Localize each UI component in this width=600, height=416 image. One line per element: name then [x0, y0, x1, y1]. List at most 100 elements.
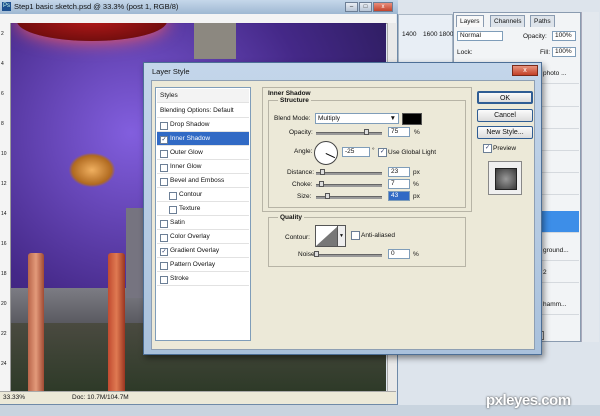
blend-mode-select[interactable]: Multiply ▼: [315, 113, 399, 124]
style-item[interactable]: Stroke: [157, 272, 249, 286]
size-input[interactable]: 43: [388, 191, 410, 201]
global-light-checkbox[interactable]: ✓: [378, 148, 387, 157]
zoom-level[interactable]: 33.33%: [3, 394, 25, 401]
red-moon-graphic: [17, 23, 167, 41]
navigator-thumbnail[interactable]: 1400 1600 1800: [398, 14, 453, 66]
maximize-icon[interactable]: □: [359, 2, 372, 12]
ruler-label: 20: [1, 301, 7, 307]
choke-slider-thumb[interactable]: [318, 181, 324, 187]
global-light-label: Use Global Light: [388, 149, 437, 156]
style-item-checkbox[interactable]: [160, 234, 168, 242]
noise-input[interactable]: 0: [388, 249, 410, 259]
style-item-label: Color Overlay: [170, 233, 210, 240]
style-item-checkbox[interactable]: [169, 206, 177, 214]
style-item[interactable]: Pattern Overlay: [157, 258, 249, 272]
ruler-label: 18: [1, 271, 7, 277]
style-preview-swatch: [495, 168, 517, 190]
quality-group: [268, 217, 466, 267]
style-item[interactable]: Bevel and Emboss: [157, 174, 249, 188]
style-item[interactable]: Texture: [157, 202, 249, 216]
style-item-checkbox[interactable]: [160, 150, 168, 158]
close-icon[interactable]: x: [373, 2, 393, 12]
tab-channels[interactable]: Channels: [490, 15, 526, 27]
ruler-label: 16: [1, 241, 7, 247]
ruler-label: 8: [1, 121, 4, 127]
layer-opacity-input[interactable]: 100%: [552, 31, 576, 41]
photoshop-app-icon: Ps: [2, 2, 11, 11]
ruler-label: 2: [1, 31, 4, 37]
watermark-logo: pxleyes.com: [486, 392, 571, 409]
style-item[interactable]: ✓ Gradient Overlay: [157, 244, 249, 258]
styles-list: Styles Blending Options: Default Drop Sha…: [155, 87, 251, 341]
style-item-checkbox[interactable]: [160, 178, 168, 186]
tab-layers[interactable]: Layers: [456, 15, 484, 27]
anti-aliased-label: Anti-aliased: [361, 232, 395, 239]
style-item-label: Contour: [179, 191, 203, 198]
style-item-checkbox[interactable]: ✓: [160, 248, 168, 256]
contour-dropdown-arrow-icon[interactable]: ▼: [337, 225, 346, 247]
shadow-color-swatch[interactable]: [402, 113, 422, 125]
angle-dial[interactable]: [314, 141, 338, 165]
anti-aliased-checkbox[interactable]: [351, 231, 360, 240]
opacity-slider[interactable]: [316, 132, 382, 135]
preview-checkbox[interactable]: ✓: [483, 144, 492, 153]
style-item-label: Pattern Overlay: [170, 261, 216, 268]
style-item-checkbox[interactable]: [160, 220, 168, 228]
style-item-checkbox[interactable]: [160, 164, 168, 172]
blend-mode-value: Multiply: [318, 115, 341, 122]
distance-input[interactable]: 23: [388, 167, 410, 177]
dialog-title: Layer Style: [152, 67, 190, 76]
distance-slider-thumb[interactable]: [320, 169, 326, 175]
fill-label: Fill:: [540, 49, 551, 56]
angle-input[interactable]: -25: [342, 147, 370, 157]
ruler-vertical: 2 4 6 8 10 12 14 16 18 20 22 24: [0, 23, 11, 391]
blend-mode-label: Blend Mode:: [274, 115, 311, 122]
choke-input[interactable]: 7: [388, 179, 410, 189]
tab-paths[interactable]: Paths: [530, 15, 555, 27]
opacity-label: Opacity:: [523, 33, 547, 40]
style-item-checkbox[interactable]: ✓: [160, 136, 168, 144]
preview-label: Preview: [493, 145, 517, 152]
choke-slider[interactable]: [316, 184, 382, 187]
style-item[interactable]: Color Overlay: [157, 230, 249, 244]
ruler-label: 1800: [439, 31, 454, 38]
new-style-button[interactable]: New Style...: [477, 126, 533, 139]
style-item-checkbox[interactable]: [160, 262, 168, 270]
opacity-slider-thumb[interactable]: [363, 129, 369, 135]
section-title: Inner Shadow: [268, 90, 311, 97]
ruler-label: 22: [1, 331, 7, 337]
distance-slider[interactable]: [316, 172, 382, 175]
style-item[interactable]: Contour: [157, 188, 249, 202]
size-slider-thumb[interactable]: [325, 193, 331, 199]
style-item-label: Inner Shadow: [170, 135, 211, 142]
style-item[interactable]: Inner Glow: [157, 160, 249, 174]
distance-unit: px: [413, 169, 420, 176]
minimize-icon[interactable]: –: [345, 2, 358, 12]
document-size[interactable]: Doc: 10.7M/104.7M: [72, 394, 129, 401]
contour-picker[interactable]: [315, 225, 339, 247]
layer-fill-input[interactable]: 100%: [552, 47, 576, 57]
choke-unit: %: [413, 181, 419, 188]
ok-button[interactable]: OK: [477, 91, 533, 104]
noise-slider-thumb[interactable]: [314, 251, 319, 257]
size-label: Size:: [297, 193, 312, 200]
dialog-close-icon[interactable]: x: [512, 65, 538, 76]
document-titlebar[interactable]: Ps Step1 basic sketch.psd @ 33.3% (post …: [0, 0, 398, 14]
size-unit: px: [413, 193, 420, 200]
style-item[interactable]: ✓ Inner Shadow: [157, 132, 249, 146]
style-item[interactable]: Satin: [157, 216, 249, 230]
ruler-label: 6: [1, 91, 4, 97]
style-item-checkbox[interactable]: [169, 192, 177, 200]
style-item[interactable]: Blending Options: Default: [157, 104, 249, 118]
style-item-checkbox[interactable]: [160, 276, 168, 284]
style-item[interactable]: Outer Glow: [157, 146, 249, 160]
opacity-input[interactable]: 75: [388, 127, 410, 137]
layer-blend-mode-select[interactable]: Normal: [457, 31, 503, 41]
panel-scrollbar[interactable]: [581, 12, 599, 342]
noise-slider[interactable]: [316, 254, 382, 257]
style-item[interactable]: Drop Shadow: [157, 118, 249, 132]
style-item-label: Outer Glow: [170, 149, 203, 156]
cancel-button[interactable]: Cancel: [477, 109, 533, 122]
styles-header[interactable]: Styles: [157, 89, 249, 103]
style-item-checkbox[interactable]: [160, 122, 168, 130]
